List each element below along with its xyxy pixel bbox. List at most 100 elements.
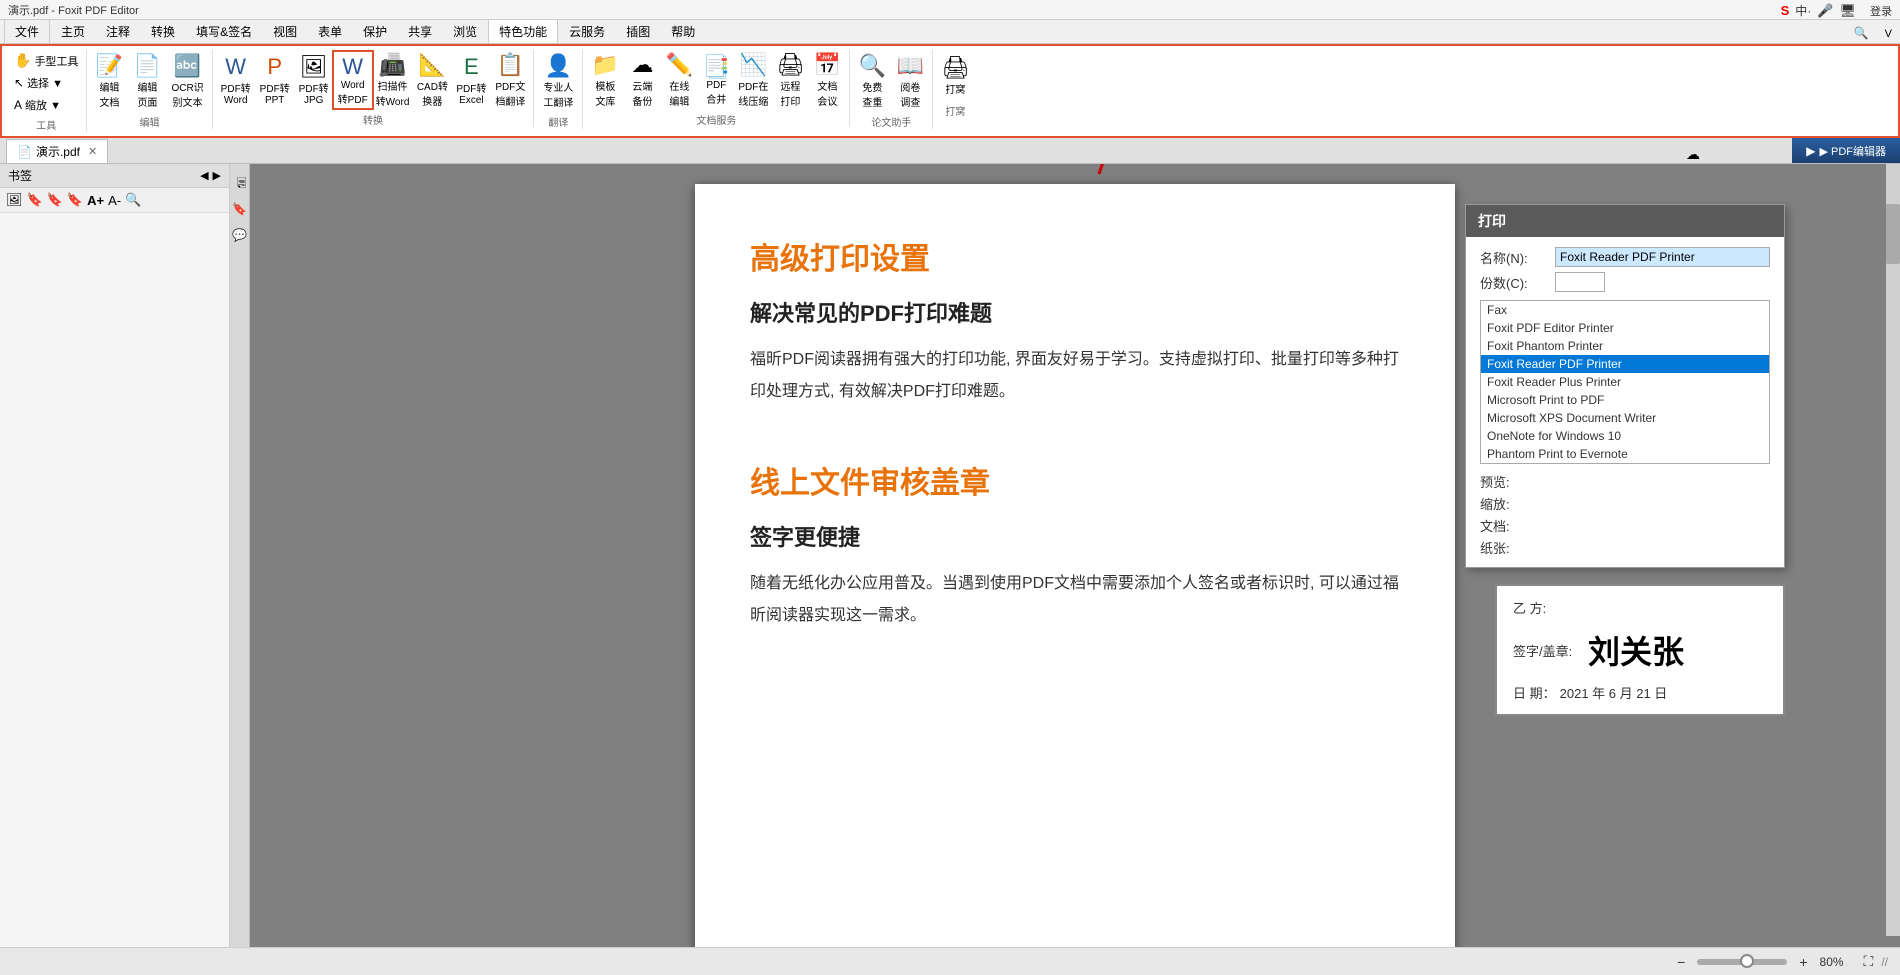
sidebar-bookmark-btn3[interactable]: 🔖 — [67, 192, 83, 208]
vertical-scrollbar[interactable] — [1886, 164, 1900, 936]
pdf-doc-translate-btn[interactable]: 📋 PDF文档翻译 — [491, 50, 529, 110]
doc-tab-close[interactable]: ✕ — [88, 145, 97, 158]
doc-tab[interactable]: 📄 演示.pdf ✕ — [6, 139, 108, 163]
printer-item[interactable]: Microsoft XPS Document Writer — [1481, 409, 1769, 427]
pdf-to-excel-btn[interactable]: E PDF转Excel — [452, 52, 490, 108]
pdf-to-jpg-btn[interactable]: 🖼 PDF转JPG — [295, 52, 333, 108]
section2-body: 随着无纸化办公应用普及。当遇到使用PDF文档中需要添加个人签名或者标识时, 可以… — [750, 568, 1400, 632]
survey-btn[interactable]: 📖 阅卷调查 — [892, 50, 928, 112]
print-row-copies: 份数(C): — [1480, 272, 1770, 292]
sogou-logo: S — [1781, 3, 1790, 18]
tab-special[interactable]: 特色功能 — [488, 19, 558, 43]
pdf-compress-btn[interactable]: 📉 PDF在线压缩 — [735, 50, 771, 110]
sig-date-value: 2021 年 6 月 21 日 — [1560, 683, 1668, 702]
cad-converter-btn[interactable]: 📐 CAD转换器 — [413, 50, 451, 110]
scan-to-word-btn[interactable]: 📠 扫描件转Word — [373, 50, 413, 110]
mic-icon[interactable]: 🎤 — [1817, 3, 1833, 19]
hand-tool-btn[interactable]: ✋ 手型工具 — [10, 50, 82, 71]
zoom-slider-thumb[interactable] — [1740, 954, 1754, 968]
ocr-btn[interactable]: 🔤 OCR识别文本 — [167, 50, 207, 112]
zoom-level: V — [1877, 25, 1900, 43]
printer-item[interactable]: OneNote for Windows 10 — [1481, 427, 1769, 445]
printer-item[interactable]: Foxit Reader Plus Printer — [1481, 373, 1769, 391]
tab-browse[interactable]: 浏览 — [443, 20, 487, 43]
tab-plugins[interactable]: 插图 — [616, 20, 660, 43]
sig-date-label: 日 期： — [1513, 683, 1556, 702]
tab-protect[interactable]: 保护 — [353, 20, 397, 43]
edit-doc-btn[interactable]: 📝 编辑文档 — [91, 50, 127, 112]
zoom-in-btn[interactable]: + — [1795, 954, 1811, 970]
sidebar-bookmark-btn2[interactable]: 🔖 — [47, 192, 63, 208]
screen-icon[interactable]: 🖥 — [1839, 3, 1856, 19]
zoom-out-btn[interactable]: − — [1673, 954, 1689, 970]
print-row-paper: 纸张: — [1480, 538, 1770, 557]
group-label-print-window: 打窝 — [937, 103, 973, 118]
left-panel-bookmark-icon[interactable]: 🔖 — [232, 202, 247, 216]
pro-translate-icon: 👤 — [545, 53, 572, 79]
scrollbar-thumb[interactable] — [1886, 204, 1900, 264]
cursor-icon: ↖ — [14, 76, 24, 90]
title-bar: 演示.pdf - Foxit PDF Editor S 中· 🎤 🖥 登录 — [0, 0, 1900, 20]
template-library-btn[interactable]: 📁 模板文库 — [587, 50, 623, 110]
tab-annotate[interactable]: 注释 — [96, 20, 140, 43]
doc-tab-name: 演示.pdf — [36, 143, 80, 160]
printer-item[interactable]: Phantom Print to Evernote — [1481, 445, 1769, 463]
print-input-name[interactable] — [1555, 247, 1770, 267]
print-window-btn[interactable]: 🖨 打窝 — [937, 52, 973, 99]
online-edit-btn[interactable]: ✏️ 在线编辑 — [661, 50, 697, 110]
tab-view[interactable]: 视图 — [263, 20, 307, 43]
pdf-to-ppt-btn[interactable]: P PDF转PPT — [256, 52, 294, 108]
pdf-to-word-btn[interactable]: W PDF转Word — [217, 52, 255, 108]
sidebar-search-btn[interactable]: 🔍 — [125, 192, 141, 208]
tab-cloud[interactable]: 云服务 — [559, 20, 615, 43]
pdf-editor-toggle[interactable]: ▶ ▶ PDF编辑器 — [1792, 138, 1900, 163]
search-icon[interactable]: 🔍 — [1846, 23, 1877, 43]
printer-list[interactable]: Fax Foxit PDF Editor Printer Foxit Phant… — [1480, 300, 1770, 464]
print-input-copies[interactable] — [1555, 272, 1605, 292]
printer-item[interactable]: Microsoft Print to PDF — [1481, 391, 1769, 409]
pro-translate-btn[interactable]: 👤 专业人工翻译 — [538, 50, 578, 112]
scan-icon: 📠 — [379, 52, 406, 78]
tab-sign[interactable]: 填写&签名 — [186, 20, 262, 43]
meeting-icon: 📅 — [814, 52, 841, 78]
word-to-pdf-btn[interactable]: W Word转PDF — [334, 52, 372, 108]
tab-form[interactable]: 表单 — [308, 20, 352, 43]
login-btn[interactable]: 登录 — [1870, 3, 1892, 19]
sig-row: 签字/盖章: 刘关张 — [1513, 627, 1767, 673]
sidebar-header: 书签 ◀ ▶ — [0, 164, 229, 188]
printer-item[interactable]: Fax — [1481, 301, 1769, 319]
printer-item[interactable]: Foxit Phantom Printer — [1481, 337, 1769, 355]
zoom-icon: A — [14, 98, 22, 112]
sidebar-font-up[interactable]: A+ — [87, 193, 104, 208]
printer-item[interactable]: Foxit PDF Editor Printer — [1481, 319, 1769, 337]
cloud-backup-btn[interactable]: ☁ 云端备份 — [624, 50, 660, 110]
cloud-sync-icon[interactable]: ☁ — [1686, 146, 1700, 163]
pdf-merge-btn[interactable]: 📑 PDF合并 — [698, 52, 734, 108]
zoom-slider-track[interactable] — [1697, 959, 1787, 965]
hand-icon: ✋ — [14, 52, 31, 69]
tab-share[interactable]: 共享 — [398, 20, 442, 43]
zoom-tool-btn[interactable]: A 缩放 ▼ — [10, 95, 82, 115]
sig-name: 刘关张 — [1588, 627, 1684, 673]
doc-meeting-btn[interactable]: 📅 文档会议 — [809, 50, 845, 110]
section2: 线上文件审核盖章 签字更便捷 随着无纸化办公应用普及。当遇到使用PDF文档中需要… — [750, 458, 1400, 632]
remote-print-btn[interactable]: 🖨 远程打印 — [772, 50, 808, 110]
tab-home[interactable]: 主页 — [51, 20, 95, 43]
sidebar-image-btn[interactable]: 🖼 — [6, 192, 23, 208]
print-row-name: 名称(N): — [1480, 247, 1770, 267]
free-check-btn[interactable]: 🔍 免费查重 — [854, 50, 890, 112]
printer-item-selected[interactable]: Foxit Reader PDF Printer — [1481, 355, 1769, 373]
left-panel-doc-icon[interactable]: 🖹 — [229, 170, 250, 190]
sidebar-bookmark-btn1[interactable]: 🔖 — [27, 192, 43, 208]
check-icon: 🔍 — [859, 53, 886, 79]
left-panel-comment-icon[interactable]: 💬 — [232, 228, 247, 242]
tab-convert[interactable]: 转换 — [141, 20, 185, 43]
sidebar-nav-prev[interactable]: ◀ — [200, 169, 208, 182]
select-tool-btn[interactable]: ↖ 选择 ▼ — [10, 73, 82, 93]
expand-btn[interactable]: ⛶ — [1864, 953, 1874, 970]
edit-page-btn[interactable]: 📄 编辑页面 — [129, 50, 165, 112]
tab-help[interactable]: 帮助 — [661, 20, 705, 43]
tab-file[interactable]: 文件 — [4, 19, 50, 43]
sidebar-nav-next[interactable]: ▶ — [213, 169, 221, 182]
sidebar-font-down[interactable]: A- — [108, 193, 121, 208]
